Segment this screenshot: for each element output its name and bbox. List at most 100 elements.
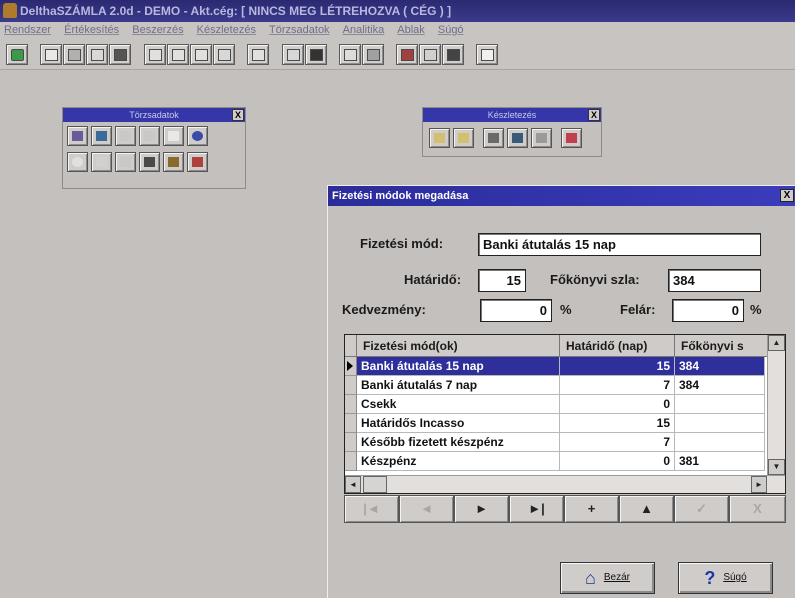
card-icon[interactable] — [163, 126, 184, 146]
table-tool-button[interactable] — [396, 44, 418, 65]
surcharge-field[interactable]: 0 — [672, 299, 744, 322]
table-vertical-scrollbar[interactable]: ▲ ▼ — [767, 335, 785, 475]
deadline-field[interactable]: 15 — [478, 269, 526, 292]
last-record-button[interactable]: ►| — [509, 495, 564, 523]
dialog-close-button[interactable]: X — [780, 189, 794, 202]
stock-in-icon[interactable] — [429, 128, 450, 148]
partners-icon[interactable] — [67, 126, 88, 146]
menu-keszletezes[interactable]: Készletezés — [193, 22, 262, 36]
keyboard-tool-button[interactable] — [442, 44, 464, 65]
stock-out-icon[interactable] — [453, 128, 474, 148]
torzsadatok-palette-title: Törzsadatok X — [63, 108, 245, 122]
grid-tool-button[interactable] — [86, 44, 108, 65]
help-button[interactable]: ? Súgó — [678, 562, 773, 594]
post-record-button[interactable]: ✓ — [674, 495, 729, 523]
products-icon[interactable] — [91, 126, 112, 146]
list-icon[interactable] — [91, 152, 112, 172]
calendar-icon[interactable] — [187, 152, 208, 172]
table-horizontal-scrollbar[interactable]: ◄ ► — [345, 475, 785, 493]
menu-bar: Rendszer Értékesítés Beszerzés Készletez… — [0, 22, 795, 40]
torzsadatok-palette: Törzsadatok X — [62, 107, 246, 189]
payment-method-field[interactable]: Banki átutalás 15 nap — [478, 233, 761, 256]
column-header-ledger[interactable]: Főkönyvi s — [675, 335, 769, 357]
table-row[interactable]: Később fizetett készpénz 7 — [345, 433, 765, 452]
torzsadatok-title-text: Törzsadatok — [129, 110, 179, 120]
menu-torzsadatok[interactable]: Törzsadatok — [265, 22, 336, 36]
print-tool-button[interactable] — [63, 44, 85, 65]
table-row[interactable]: Határidős Incasso 15 — [345, 414, 765, 433]
cell-deadline: 15 — [560, 357, 675, 376]
inventory-tool-button[interactable] — [362, 44, 384, 65]
stock-transfer-icon[interactable] — [531, 128, 552, 148]
keszletezes-palette: Készletezés X — [422, 107, 602, 157]
menu-rendszer[interactable]: Rendszer — [0, 22, 57, 36]
app-title: DelthaSZÁMLA 2.0d - DEMO - Akt.cég: [ NI… — [20, 4, 452, 18]
scroll-up-button[interactable]: ▲ — [768, 335, 785, 351]
insert-record-button[interactable]: + — [564, 495, 619, 523]
warehouse-icon[interactable] — [115, 126, 136, 146]
first-record-button[interactable]: |◄ — [344, 495, 399, 523]
cancel-record-button[interactable]: X — [729, 495, 786, 523]
cell-deadline: 15 — [560, 414, 675, 433]
table-row[interactable]: Banki átutalás 7 nap 7 384 — [345, 376, 765, 395]
torzsadatok-close-button[interactable]: X — [232, 109, 244, 121]
prior-record-button[interactable]: ◄ — [399, 495, 454, 523]
menu-beszerzes[interactable]: Beszerzés — [128, 22, 189, 36]
invoice-tool-button[interactable] — [144, 44, 166, 65]
menu-ertekesites[interactable]: Értékesítés — [60, 22, 125, 36]
scroll-left-button[interactable]: ◄ — [345, 476, 361, 493]
units-icon[interactable] — [115, 152, 136, 172]
door-exit-icon: ⌂ — [585, 568, 596, 588]
transfer-tool-button[interactable] — [339, 44, 361, 65]
close-button-label: Bezár — [603, 572, 630, 583]
stock-group-icon[interactable] — [483, 128, 504, 148]
scroll-down-button[interactable]: ▼ — [768, 459, 785, 475]
globe-icon[interactable] — [187, 126, 208, 146]
next-record-button[interactable]: ► — [454, 495, 509, 523]
column-header-mode[interactable]: Fizetési mód(ok) — [357, 335, 560, 357]
stock-tool-button[interactable] — [282, 44, 304, 65]
search-tool-button[interactable] — [40, 44, 62, 65]
cell-mode: Készpénz — [357, 452, 560, 471]
scroll-thumb[interactable] — [363, 476, 387, 493]
menu-ablak[interactable]: Ablak — [393, 22, 431, 36]
cancel-doc-tool-button[interactable] — [190, 44, 212, 65]
stock-truck-icon[interactable] — [561, 128, 582, 148]
dialog-title: Fizetési módok megadása — [332, 190, 469, 202]
calculator-tool-button[interactable] — [419, 44, 441, 65]
copy-tool-button[interactable] — [247, 44, 269, 65]
table-row[interactable]: Csekk 0 — [345, 395, 765, 414]
document-tool-button[interactable] — [109, 44, 131, 65]
scroll-right-button[interactable]: ► — [751, 476, 767, 493]
exit-tool-button[interactable] — [6, 44, 28, 65]
erase-tool-button[interactable] — [305, 44, 327, 65]
menu-sugo[interactable]: Súgó — [434, 22, 470, 36]
group-icon[interactable] — [139, 126, 160, 146]
table-row[interactable]: Banki átutalás 15 nap 15 384 — [345, 357, 765, 376]
coins-icon[interactable] — [163, 152, 184, 172]
clock-icon[interactable] — [67, 152, 88, 172]
column-header-deadline[interactable]: Határidő (nap) — [560, 335, 675, 357]
row-indicator — [345, 395, 357, 414]
cell-ledger — [675, 395, 765, 414]
keszletezes-close-button[interactable]: X — [588, 109, 600, 121]
edit-record-button[interactable]: ▲ — [619, 495, 674, 523]
report-tool-button[interactable] — [213, 44, 235, 65]
receipt-tool-button[interactable] — [167, 44, 189, 65]
payment-methods-table[interactable]: Fizetési mód(ok) Határidő (nap) Főkönyvi… — [344, 334, 786, 494]
main-toolbar — [0, 40, 795, 70]
row-indicator — [345, 376, 357, 395]
stock-table-icon[interactable] — [507, 128, 528, 148]
cell-deadline: 7 — [560, 376, 675, 395]
discount-field[interactable]: 0 — [480, 299, 552, 322]
record-navigator: |◄ ◄ ► ►| + ▲ ✓ X — [344, 495, 786, 523]
help-tool-button[interactable] — [476, 44, 498, 65]
ledger-account-field[interactable]: 384 — [668, 269, 761, 292]
table-row[interactable]: Készpénz 0 381 — [345, 452, 765, 471]
keszletezes-palette-title: Készletezés X — [423, 108, 601, 122]
ledger-account-label: Főkönyvi szla: — [550, 272, 640, 287]
close-button[interactable]: ⌂ Bezár — [560, 562, 655, 594]
menu-analitika[interactable]: Analitika — [339, 22, 391, 36]
tree-icon[interactable] — [139, 152, 160, 172]
row-indicator — [345, 433, 357, 452]
